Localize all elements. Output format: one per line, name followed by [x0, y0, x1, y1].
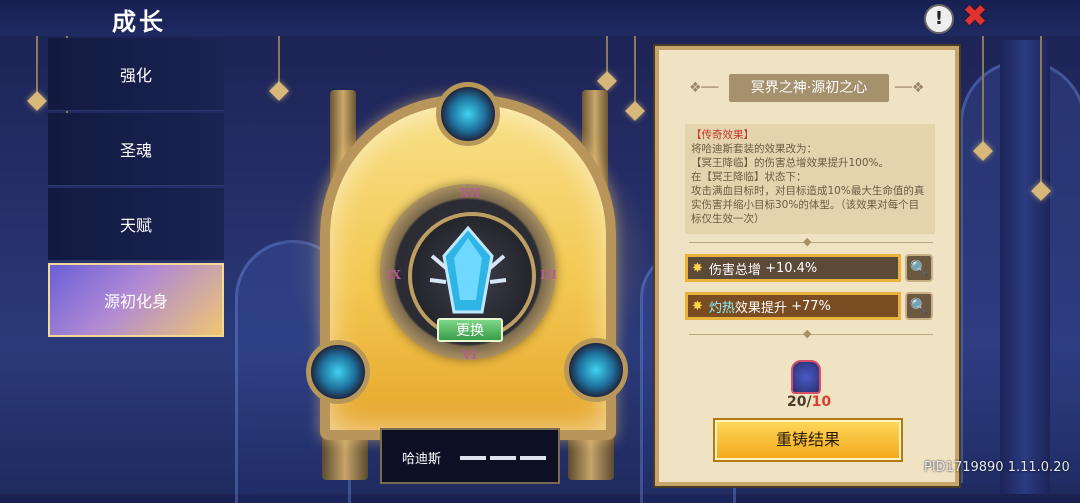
burst-icon: ✸: [692, 298, 703, 314]
divider-ornament: ◆: [803, 327, 812, 340]
sidebar-item-label: 圣魂: [119, 141, 152, 160]
hanging-ornament: [606, 36, 608, 76]
character-panel: 哈迪斯: [380, 428, 560, 484]
magnifier-icon: 🔍: [909, 259, 929, 277]
inspect-button[interactable]: 🔍: [905, 292, 933, 320]
reforge-material-icon: [791, 360, 821, 394]
left-orb-slot[interactable]: [306, 340, 370, 404]
stat-label-highlight: 灼热: [708, 300, 735, 316]
sidebar-item-label: 天赋: [119, 216, 152, 235]
right-orb-slot[interactable]: [564, 338, 628, 402]
hanging-ornament: [278, 36, 280, 86]
top-bar: 成长 ! ✖: [0, 0, 1080, 36]
legendary-effect-box: 【传奇效果】 将哈迪斯套装的效果改为： 【冥王降临】的伤害总增效果提升100%。…: [685, 124, 935, 234]
material-required: 10: [811, 394, 832, 410]
legendary-effect-label: 【传奇效果】: [691, 129, 754, 141]
stat-burn-effect: ✸ 灼热 效果提升 +77%: [685, 292, 901, 320]
numeral-bottom: VI: [462, 348, 477, 362]
hanging-ornament: [634, 36, 636, 106]
sidebar-menu: 强化 圣魂 天赋 源初化身: [48, 38, 224, 339]
material-count: 20/10: [787, 394, 831, 410]
background-pillar: [1000, 40, 1050, 494]
burst-icon: ✸: [692, 260, 703, 276]
exclamation-icon: !: [934, 8, 944, 29]
build-id: PID1719890 1.11.0.20: [924, 460, 1070, 475]
numeral-top: XII: [460, 186, 481, 200]
divider-ornament: ◆: [803, 235, 812, 248]
crystal-icon: [429, 225, 507, 314]
artifact-title: 冥界之神·源初之心: [729, 74, 889, 102]
magnifier-icon: 🔍: [909, 297, 929, 315]
set-bar: [460, 456, 486, 460]
top-orb-slot[interactable]: [436, 82, 500, 146]
material-current: 20/: [787, 394, 812, 410]
swap-button[interactable]: 更换: [437, 318, 503, 342]
stat-label: 效果提升: [734, 300, 787, 316]
numeral-right: III: [540, 268, 557, 282]
stat-label: 伤害总增: [708, 262, 761, 278]
inspect-button[interactable]: 🔍: [905, 254, 933, 282]
legendary-effect-text: 将哈迪斯套装的效果改为： 【冥王降临】的伤害总增效果提升100%。 在【冥王降临…: [691, 143, 925, 225]
set-bar: [520, 456, 546, 460]
character-name: 哈迪斯: [402, 452, 442, 467]
stat-value: +10.4%: [765, 260, 818, 276]
set-bar: [490, 456, 516, 460]
sidebar-item-label: 强化: [119, 66, 152, 85]
hanging-ornament: [982, 36, 984, 146]
stat-damage-total: ✸ 伤害总增 +10.4%: [685, 254, 901, 282]
stat-value: +77%: [791, 298, 831, 314]
close-icon: ✖: [962, 0, 988, 34]
numeral-left: IX: [386, 268, 401, 282]
info-button[interactable]: !: [924, 4, 954, 34]
page-title: 成长: [112, 8, 166, 36]
sidebar-item-holy-soul[interactable]: 圣魂: [48, 113, 224, 186]
sidebar-item-origin-avatar[interactable]: 源初化身: [48, 263, 224, 337]
sidebar-item-strengthen[interactable]: 强化: [48, 38, 224, 111]
hanging-ornament: [1040, 36, 1042, 186]
sidebar-item-talent[interactable]: 天赋: [48, 188, 224, 261]
hanging-ornament: [36, 36, 38, 96]
title-ornament-right: ──❖: [895, 80, 925, 96]
close-button[interactable]: ✖: [960, 2, 990, 32]
reforge-button[interactable]: 重铸结果: [715, 420, 901, 460]
sidebar-item-label: 源初化身: [103, 292, 168, 311]
detail-panel: ❖── 冥界之神·源初之心 ──❖ 【传奇效果】 将哈迪斯套装的效果改为： 【冥…: [655, 46, 959, 486]
